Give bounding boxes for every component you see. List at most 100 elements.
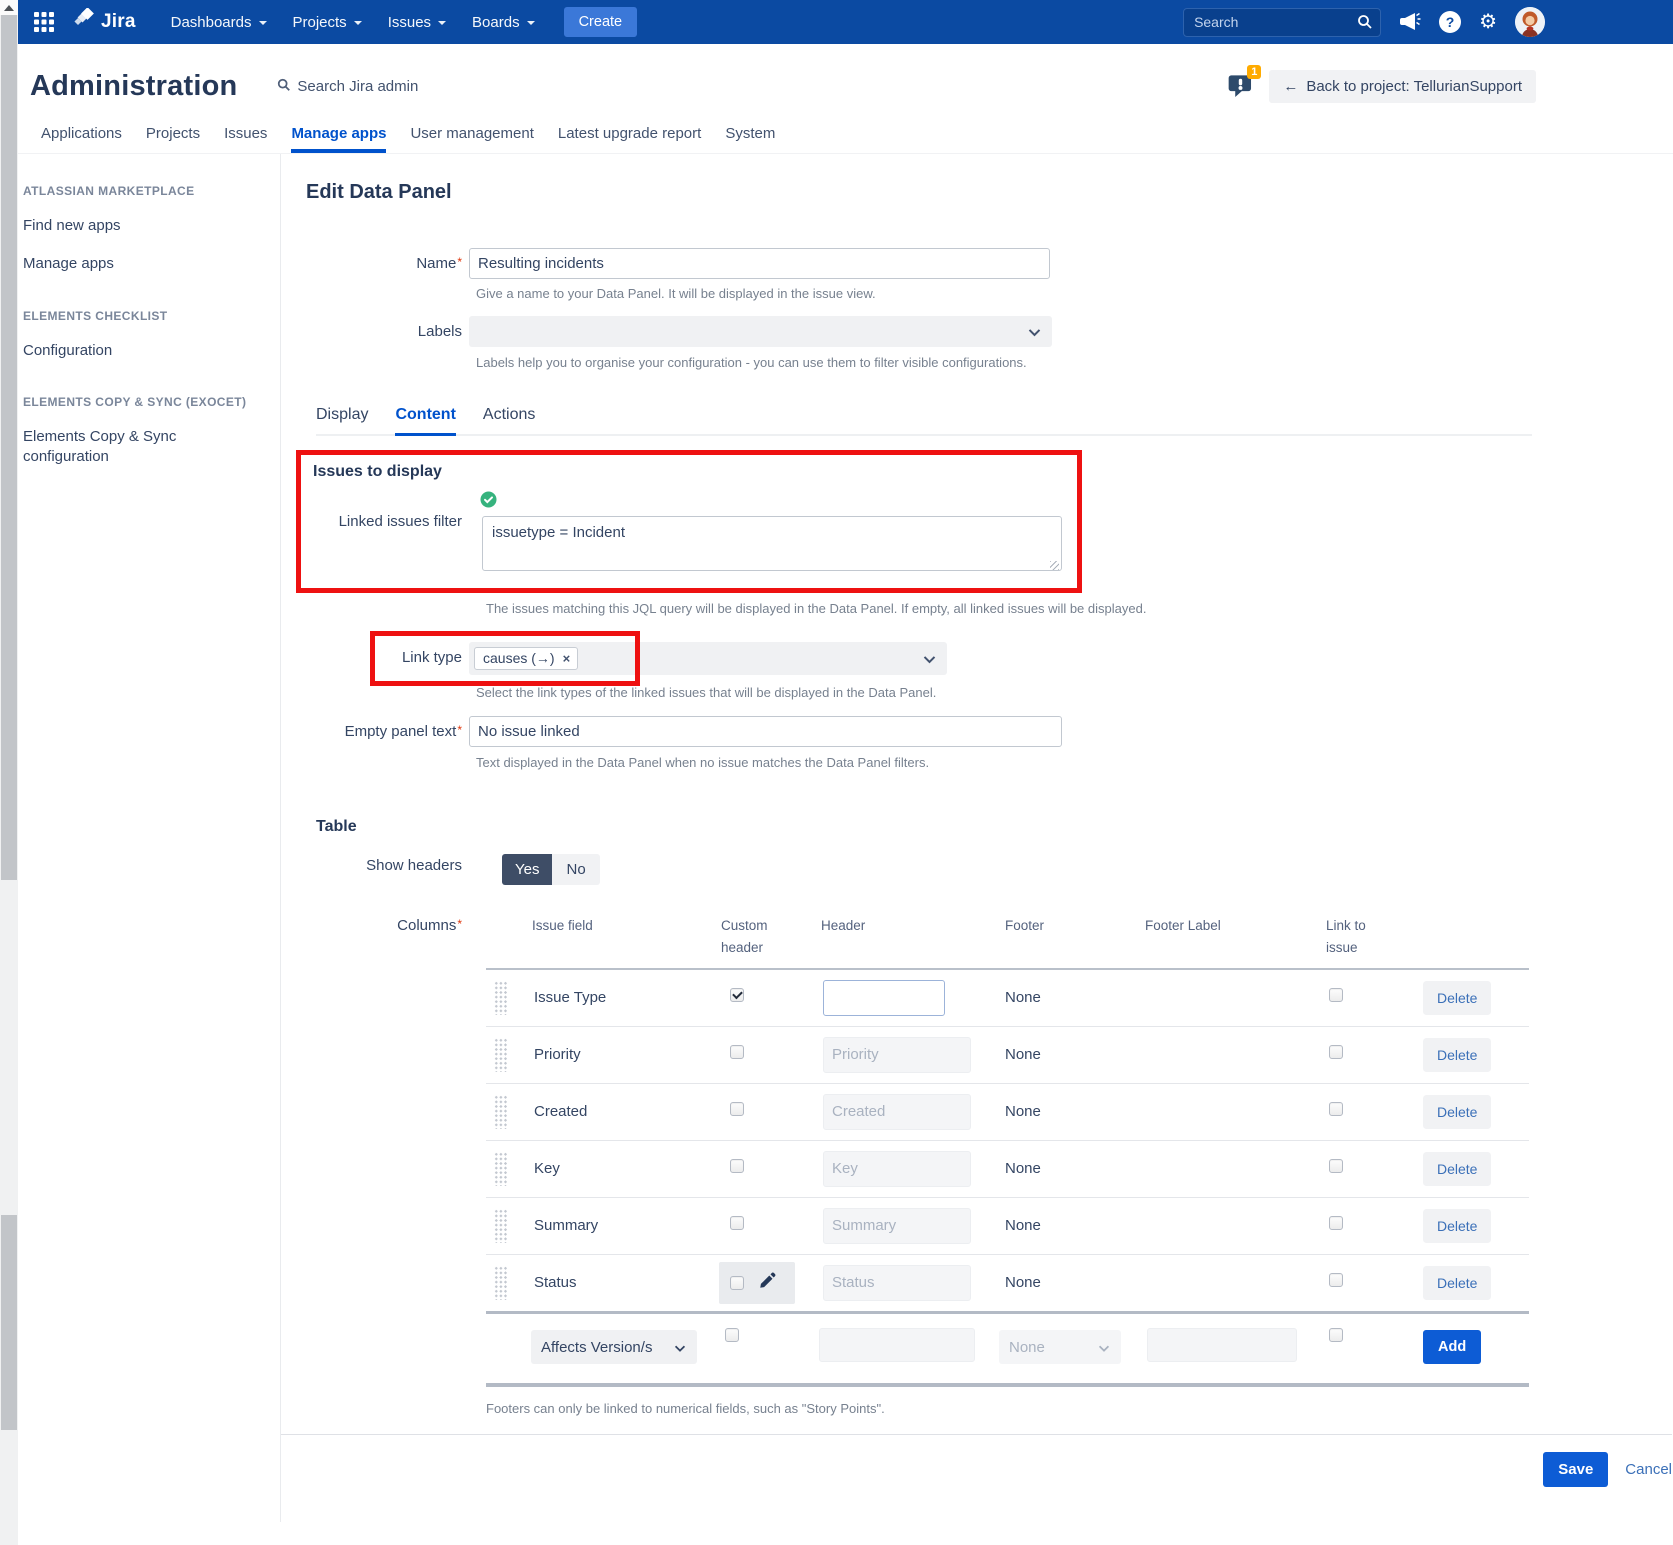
textarea-resize-handle[interactable] [1050, 561, 1059, 570]
delete-button[interactable]: Delete [1423, 1038, 1491, 1072]
tab-latest-upgrade-report[interactable]: Latest upgrade report [558, 125, 701, 153]
custom-header-checkbox[interactable] [730, 1045, 744, 1059]
delete-button[interactable]: Delete [1423, 981, 1491, 1015]
drag-handle-icon[interactable] [494, 1095, 507, 1129]
drag-handle-icon[interactable] [494, 1038, 507, 1072]
tab-applications[interactable]: Applications [41, 125, 122, 153]
announcement-icon[interactable] [1399, 12, 1421, 32]
new-header-input[interactable] [819, 1328, 975, 1362]
link-type-help-text: Select the link types of the linked issu… [476, 685, 1672, 700]
delete-button[interactable]: Delete [1423, 1152, 1491, 1186]
back-to-project-button[interactable]: ← Back to project: TellurianSupport [1269, 70, 1536, 103]
tab-user-management[interactable]: User management [410, 125, 533, 153]
linked-issues-filter-textarea[interactable]: issuetype = Incident [482, 516, 1062, 571]
user-avatar[interactable] [1515, 7, 1545, 37]
global-search-input[interactable] [1183, 8, 1381, 37]
tab-content[interactable]: Content [395, 406, 455, 436]
drag-handle-icon[interactable] [494, 981, 507, 1015]
sidebar-heading-elements-checklist: ELEMENTS CHECKLIST [23, 309, 270, 323]
delete-button[interactable]: Delete [1423, 1266, 1491, 1300]
table-row-key: Key None Delete [486, 1141, 1529, 1198]
edit-pencil-icon[interactable] [759, 1272, 776, 1294]
delete-button[interactable]: Delete [1423, 1209, 1491, 1243]
custom-header-checkbox[interactable] [730, 1216, 744, 1230]
search-icon[interactable] [1357, 14, 1373, 35]
chevron-down-icon [674, 1340, 686, 1357]
name-input[interactable] [469, 248, 1050, 279]
labels-help-text: Labels help you to organise your configu… [476, 355, 1672, 370]
nav-issues[interactable]: Issues [388, 14, 446, 31]
link-to-issue-checkbox[interactable] [1329, 1216, 1343, 1230]
custom-header-checkbox[interactable] [725, 1328, 739, 1342]
scrollbar-thumb[interactable] [1, 15, 17, 880]
footers-footnote: Footers can only be linked to numerical … [486, 1401, 1672, 1416]
tab-system[interactable]: System [725, 125, 775, 153]
name-label: Name* [304, 248, 469, 272]
link-to-issue-checkbox[interactable] [1329, 1045, 1343, 1059]
sidebar-item-configuration[interactable]: Configuration [23, 341, 235, 361]
gear-icon[interactable]: ⚙ [1479, 12, 1497, 32]
left-scrollbar[interactable] [0, 0, 18, 1545]
issue-field-select[interactable]: Affects Version/s [531, 1330, 697, 1364]
admin-tab-bar: Applications Projects Issues Manage apps… [18, 125, 1673, 154]
add-column-button[interactable]: Add [1423, 1330, 1481, 1364]
link-type-label: Link type [304, 642, 469, 666]
sidebar-item-find-new-apps[interactable]: Find new apps [23, 216, 235, 236]
link-type-select[interactable]: causes (→) × [469, 642, 947, 675]
new-footer-label-input[interactable] [1147, 1328, 1297, 1362]
table-row-issue-type: Issue Type None Delete [486, 970, 1529, 1027]
table-row-created: Created None Delete [486, 1084, 1529, 1141]
link-to-issue-checkbox[interactable] [1329, 1328, 1343, 1342]
col-header-link-to-issue: Link to issue [1309, 915, 1373, 960]
tab-display[interactable]: Display [316, 406, 368, 436]
link-to-issue-checkbox[interactable] [1329, 988, 1343, 1002]
show-headers-label: Show headers [304, 850, 469, 874]
drag-handle-icon[interactable] [494, 1209, 507, 1243]
chevron-down-icon [923, 651, 936, 669]
nav-projects[interactable]: Projects [293, 14, 362, 31]
drag-handle-icon[interactable] [494, 1266, 507, 1300]
custom-header-checkbox[interactable] [730, 1276, 744, 1290]
custom-header-checkbox[interactable] [730, 988, 744, 1002]
nav-boards[interactable]: Boards [472, 14, 535, 31]
delete-button[interactable]: Delete [1423, 1095, 1491, 1129]
linked-issues-filter-label: Linked issues filter [304, 489, 469, 530]
show-headers-yes-button[interactable]: Yes [502, 854, 552, 885]
save-button[interactable]: Save [1543, 1452, 1608, 1487]
header-input-disabled [823, 1265, 971, 1301]
notification-badge: 1 [1247, 65, 1261, 79]
show-headers-no-button[interactable]: No [552, 854, 599, 885]
link-to-issue-checkbox[interactable] [1329, 1273, 1343, 1287]
cancel-link[interactable]: Cancel [1625, 1461, 1672, 1478]
custom-header-checkbox[interactable] [730, 1102, 744, 1116]
scrollbar-thumb-2[interactable] [1, 1215, 17, 1430]
footer-select[interactable]: None [999, 1330, 1121, 1364]
custom-header-checkbox[interactable] [730, 1159, 744, 1173]
nav-dashboards[interactable]: Dashboards [171, 14, 267, 31]
col-header-footer-label: Footer Label [1129, 915, 1309, 937]
header-input[interactable] [823, 980, 945, 1016]
link-to-issue-checkbox[interactable] [1329, 1102, 1343, 1116]
app-grid-icon[interactable] [32, 9, 58, 35]
table-row-priority: Priority None Delete [486, 1027, 1529, 1084]
tab-manage-apps[interactable]: Manage apps [291, 125, 386, 153]
drag-handle-icon[interactable] [494, 1152, 507, 1186]
notification-bubble-icon[interactable]: 1 [1227, 74, 1257, 100]
labels-select[interactable] [469, 316, 1052, 347]
admin-search-link[interactable]: Search Jira admin [277, 78, 418, 96]
tab-issues[interactable]: Issues [224, 125, 267, 153]
jira-logo[interactable]: Jira [72, 8, 136, 37]
sidebar-item-copy-sync-configuration[interactable]: Elements Copy & Sync configuration [23, 427, 235, 468]
tab-actions[interactable]: Actions [483, 406, 535, 436]
sidebar-heading-marketplace: ATLASSIAN MARKETPLACE [23, 184, 270, 198]
help-icon[interactable]: ? [1439, 11, 1461, 33]
issues-to-display-heading: Issues to display [313, 463, 1077, 481]
chip-remove-icon[interactable]: × [563, 651, 571, 666]
empty-panel-text-input[interactable] [469, 716, 1062, 747]
jira-wordmark: Jira [101, 11, 136, 33]
sidebar-item-manage-apps[interactable]: Manage apps [23, 254, 235, 274]
link-to-issue-checkbox[interactable] [1329, 1159, 1343, 1173]
create-button[interactable]: Create [564, 7, 638, 37]
scrollbar-up-arrow-icon[interactable] [0, 0, 18, 15]
tab-projects[interactable]: Projects [146, 125, 200, 153]
